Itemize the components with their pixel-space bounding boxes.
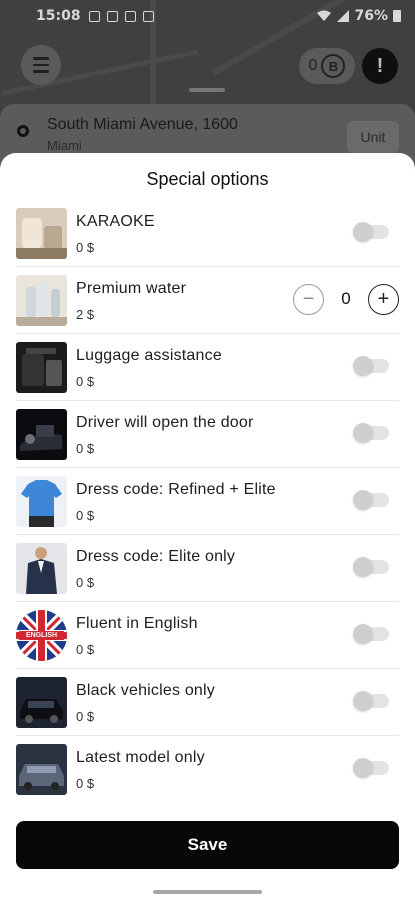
option-title: KARAOKE	[76, 213, 155, 230]
option-row-english[interactable]: ENGLISH Fluent in English 0 $	[16, 602, 399, 669]
new-car-image	[16, 744, 67, 795]
dress-elite-toggle[interactable]	[353, 557, 389, 577]
option-title: Driver will open the door	[76, 414, 254, 431]
signal-icon	[337, 10, 350, 22]
drag-handle[interactable]	[189, 88, 225, 92]
polo-shirt-image	[16, 476, 67, 527]
balance-value: 0	[308, 57, 318, 74]
dress-refined-toggle[interactable]	[353, 490, 389, 510]
navigation-icon	[106, 10, 118, 22]
address-city: Miami	[47, 138, 82, 153]
latest-model-toggle[interactable]	[353, 758, 389, 778]
option-row-premium-water[interactable]: Premium water 2 $ − 0 +	[16, 267, 399, 334]
option-title: Dress code: Refined + Elite	[76, 481, 276, 498]
luggage-toggle[interactable]	[353, 356, 389, 376]
option-title: Luggage assistance	[76, 347, 222, 364]
save-button[interactable]: Save	[16, 821, 399, 869]
battery-icon	[393, 10, 401, 22]
car-door-image	[16, 409, 67, 460]
home-indicator	[153, 890, 262, 894]
water-bottles-image	[16, 275, 67, 326]
option-title: Latest model only	[76, 749, 205, 766]
special-options-sheet: Special options KARAOKE 0 $ Premium wate…	[0, 153, 415, 900]
option-price: 0 $	[76, 508, 95, 523]
option-row-open-door[interactable]: Driver will open the door 0 $	[16, 401, 399, 468]
suit-image	[16, 543, 67, 594]
location-icon	[88, 10, 100, 22]
black-vehicles-toggle[interactable]	[353, 691, 389, 711]
karaoke-car-seat-image	[16, 208, 67, 259]
premium-water-stepper: − 0 +	[293, 284, 399, 316]
option-title: Fluent in English	[76, 615, 198, 632]
option-price: 0 $	[76, 441, 95, 456]
option-price: 0 $	[76, 642, 95, 657]
menu-button[interactable]	[21, 45, 61, 85]
alert-button[interactable]: !	[362, 48, 398, 84]
option-price: 0 $	[76, 374, 95, 389]
status-time: 15:08	[36, 8, 81, 24]
option-title: Premium water	[76, 280, 187, 297]
notification-icons	[88, 10, 154, 22]
option-row-dress-elite[interactable]: Dress code: Elite only 0 $	[16, 535, 399, 602]
option-row-latest-model[interactable]: Latest model only 0 $	[16, 736, 399, 803]
balance-pill[interactable]: 0 B	[299, 48, 355, 84]
decrease-button[interactable]: −	[293, 284, 324, 315]
app-icon	[124, 10, 136, 22]
increase-button[interactable]: +	[368, 284, 399, 315]
english-toggle[interactable]	[353, 624, 389, 644]
address-street: South Miami Avenue, 1600	[47, 116, 238, 133]
sheet-title: Special options	[146, 169, 269, 189]
quantity-value: 0	[341, 289, 351, 308]
option-price: 2 $	[76, 307, 95, 322]
open-door-toggle[interactable]	[353, 423, 389, 443]
options-list: KARAOKE 0 $ Premium water 2 $ − 0 + Lugg…	[16, 200, 399, 803]
option-price: 0 $	[76, 575, 95, 590]
option-title: Black vehicles only	[76, 682, 215, 699]
origin-dot-icon	[17, 125, 29, 137]
image-icon	[142, 10, 154, 22]
luggage-image	[16, 342, 67, 393]
option-row-karaoke[interactable]: KARAOKE 0 $	[16, 200, 399, 267]
unit-button[interactable]: Unit	[347, 121, 399, 153]
menu-icon	[33, 57, 49, 60]
option-row-black-vehicles[interactable]: Black vehicles only 0 $	[16, 669, 399, 736]
black-car-image	[16, 677, 67, 728]
flag-label: ENGLISH	[25, 632, 58, 639]
bonus-icon: B	[321, 54, 346, 78]
option-title: Dress code: Elite only	[76, 548, 236, 565]
wifi-icon	[317, 10, 332, 21]
option-row-luggage[interactable]: Luggage assistance 0 $	[16, 334, 399, 401]
status-bar: 15:08 76%	[0, 0, 415, 32]
battery-percent: 76%	[354, 8, 388, 24]
option-price: 0 $	[76, 776, 95, 791]
karaoke-toggle[interactable]	[353, 222, 389, 242]
option-row-dress-refined[interactable]: Dress code: Refined + Elite 0 $	[16, 468, 399, 535]
option-price: 0 $	[76, 240, 95, 255]
option-price: 0 $	[76, 709, 95, 724]
